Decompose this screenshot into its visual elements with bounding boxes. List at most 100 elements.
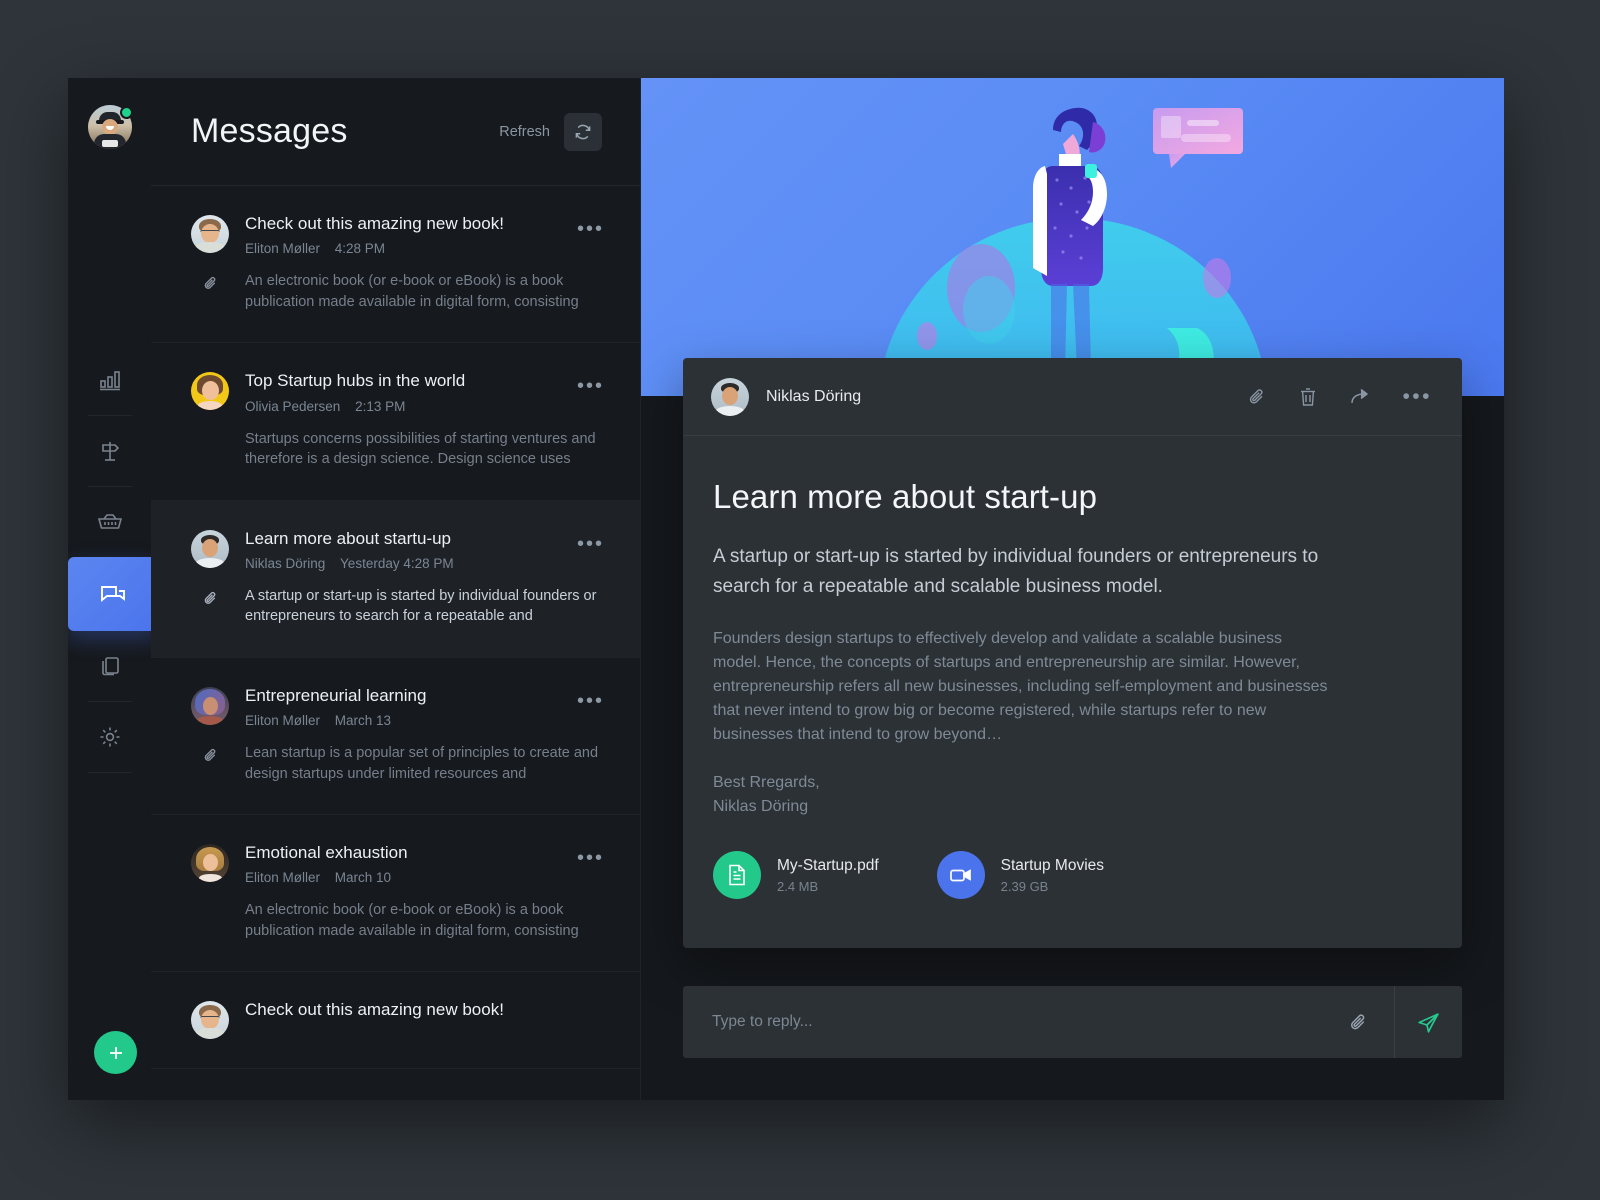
attachment-spacer xyxy=(191,429,229,471)
message-time: Yesterday 4:28 PM xyxy=(340,555,454,571)
message-detail-panel: Niklas Döring ••• Learn more about start… xyxy=(641,78,1504,1100)
send-plane-icon xyxy=(1418,1012,1439,1033)
detail-header: Niklas Döring ••• xyxy=(683,358,1462,436)
message-list-panel: Messages Refresh Check out this amazing … xyxy=(151,78,641,1100)
attachment-item-pdf[interactable]: My-Startup.pdf 2.4 MB xyxy=(713,851,879,900)
rail-divider xyxy=(87,772,132,773)
message-sender: Olivia Pedersen xyxy=(245,398,341,414)
reply-input[interactable] xyxy=(712,1013,1322,1031)
person-with-chat-bubble-illustration xyxy=(878,107,1268,396)
message-time: 2:13 PM xyxy=(355,398,406,414)
message-list-header: Messages Refresh xyxy=(151,78,640,186)
sidebar-nav xyxy=(68,345,158,773)
avatar[interactable] xyxy=(87,105,133,149)
delete-button[interactable] xyxy=(1298,386,1318,408)
message-list-item[interactable]: Check out this amazing new book! xyxy=(151,972,640,1070)
message-time: March 13 xyxy=(334,713,392,728)
detail-body: Learn more about start-up A startup or s… xyxy=(683,436,1462,948)
video-camera-icon xyxy=(936,851,985,900)
paperclip-icon xyxy=(204,748,215,761)
paperclip-icon xyxy=(1350,1013,1364,1029)
signoff-line: Best Rregards, xyxy=(713,774,820,792)
sidebar-item-analytics[interactable] xyxy=(68,345,151,415)
message-subject: Learn more about startu-up xyxy=(245,528,452,548)
pdf-document-icon xyxy=(713,851,761,900)
avatar xyxy=(711,377,749,416)
page-title: Messages xyxy=(191,112,348,150)
message-subject: Entrepreneurial learning xyxy=(245,685,427,705)
message-sender: Eliton Møller xyxy=(245,241,321,257)
message-more-button[interactable]: ••• xyxy=(577,376,604,396)
hero-illustration xyxy=(641,78,1504,396)
refresh-label: Refresh xyxy=(499,123,550,140)
plus-icon xyxy=(109,1046,122,1059)
message-detail-card: Niklas Döring ••• Learn more about start… xyxy=(683,358,1462,948)
detail-more-button[interactable]: ••• xyxy=(1402,386,1432,407)
attachment-item-video[interactable]: Startup Movies 2.39 GB xyxy=(936,851,1105,900)
detail-lead-paragraph: A startup or start-up is started by indi… xyxy=(713,546,1319,598)
attachment-indicator xyxy=(191,271,229,313)
detail-action-bar: ••• xyxy=(1246,386,1432,408)
paperclip-icon xyxy=(204,277,215,290)
detail-sender-name: Niklas Döring xyxy=(766,387,862,405)
sidebar-item-orders[interactable] xyxy=(68,487,151,557)
message-sender: Niklas Döring xyxy=(245,555,326,571)
message-preview: An electronic book (or e-book or eBook) … xyxy=(245,273,579,310)
avatar xyxy=(191,844,229,882)
header-actions: Refresh xyxy=(499,112,602,151)
message-preview: An electronic book (or e-book or eBook) … xyxy=(245,902,579,939)
document-glyph xyxy=(729,864,745,886)
message-preview: Startups concerns possibilities of start… xyxy=(245,430,596,468)
message-list-item-selected[interactable]: Learn more about startu-up Niklas Döring… xyxy=(151,500,640,658)
message-list-item[interactable]: Check out this amazing new book! Eliton … xyxy=(151,186,640,344)
message-subject: Emotional exhaustion xyxy=(245,843,408,862)
attachment-indicator xyxy=(191,743,229,785)
message-more-button[interactable]: ••• xyxy=(577,534,604,554)
signpost-icon xyxy=(101,442,119,461)
video-glyph xyxy=(949,869,971,882)
message-more-button[interactable]: ••• xyxy=(577,219,604,239)
forward-button[interactable] xyxy=(1348,386,1372,408)
attachment-size: 2.39 GB xyxy=(1000,878,1049,894)
gear-icon xyxy=(100,727,119,747)
detail-signoff: Best Rregards, Niklas Döring xyxy=(713,771,1422,819)
message-sender: Eliton Møller xyxy=(245,870,321,886)
sidebar-item-messages[interactable] xyxy=(68,557,158,631)
forward-arrow-icon xyxy=(1351,388,1369,403)
online-status-dot xyxy=(119,106,133,119)
chat-bubbles-icon xyxy=(101,586,125,602)
new-message-button[interactable] xyxy=(94,1031,137,1074)
refresh-icon xyxy=(575,124,591,139)
message-more-button[interactable]: ••• xyxy=(577,691,604,711)
send-button[interactable] xyxy=(1394,986,1462,1058)
detail-title: Learn more about start-up xyxy=(713,478,1098,515)
sidebar-item-documents[interactable] xyxy=(68,631,151,701)
bar-chart-icon xyxy=(99,371,120,391)
message-more-button[interactable]: ••• xyxy=(577,848,604,868)
sidebar-item-directions[interactable] xyxy=(68,416,151,486)
basket-icon xyxy=(97,514,122,529)
paperclip-icon xyxy=(1250,388,1263,404)
reply-attach-button[interactable] xyxy=(1322,1011,1394,1034)
message-time: 4:28 PM xyxy=(334,241,386,257)
message-list-item[interactable]: Entrepreneurial learning Eliton Møller M… xyxy=(151,658,640,815)
avatar xyxy=(191,372,229,411)
message-list-scroll[interactable]: Check out this amazing new book! Eliton … xyxy=(151,186,640,1100)
sidebar-item-settings[interactable] xyxy=(68,702,151,772)
sidebar-rail xyxy=(68,78,158,1100)
message-time: March 10 xyxy=(334,870,392,886)
message-subject: Check out this amazing new book! xyxy=(245,1000,504,1020)
attachment-name: Startup Movies xyxy=(1000,856,1105,874)
paperclip-icon xyxy=(204,591,215,604)
message-preview: Lean startup is a popular set of princip… xyxy=(245,745,599,782)
avatar xyxy=(191,529,229,568)
message-list-item[interactable]: Top Startup hubs in the world Olivia Ped… xyxy=(151,343,640,501)
trash-icon xyxy=(1301,387,1316,406)
message-subject: Check out this amazing new book! xyxy=(245,214,504,233)
message-list-item[interactable]: Emotional exhaustion Eliton Møller March… xyxy=(151,815,640,973)
refresh-button[interactable] xyxy=(564,112,602,151)
signature-line: Niklas Döring xyxy=(713,798,809,816)
attach-button[interactable] xyxy=(1246,386,1268,408)
message-preview: A startup or start-up is started by indi… xyxy=(245,587,597,625)
attachment-indicator xyxy=(191,586,229,628)
